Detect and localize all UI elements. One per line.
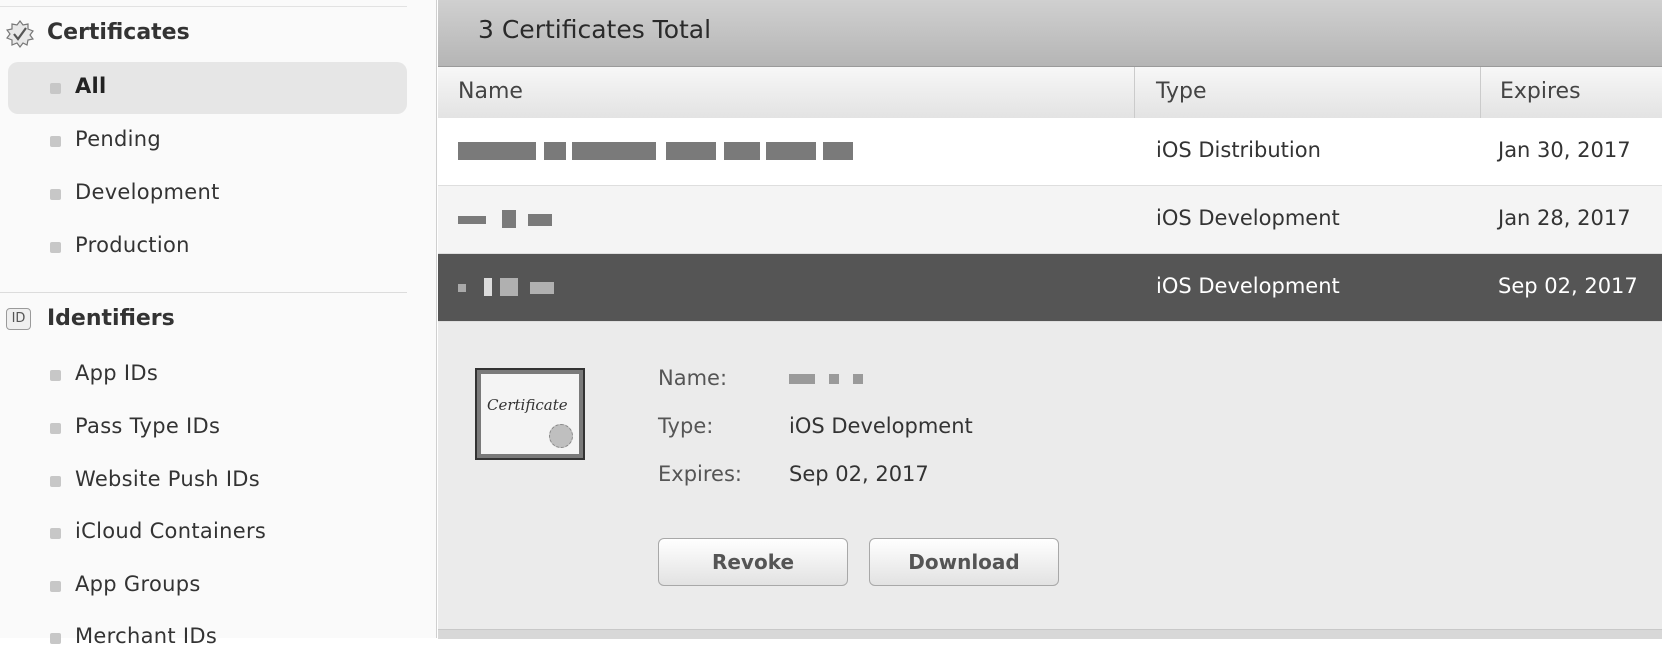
certificate-thumbnail-label: Certificate (487, 396, 568, 414)
sidebar-item-label: App Groups (75, 572, 201, 596)
bullet-icon (50, 423, 61, 434)
sidebar-item-pending[interactable]: Pending (8, 115, 407, 167)
cell-type: iOS Development (1156, 206, 1340, 230)
sidebar-item-label: All (75, 74, 107, 98)
seal-icon (549, 424, 573, 448)
column-divider (1480, 67, 1481, 119)
detail-expires-value: Sep 02, 2017 (789, 462, 929, 486)
detail-type-label: Type: (658, 414, 714, 438)
table-header: Name Type Expires (438, 67, 1662, 119)
section-title-identifiers: Identifiers (47, 306, 175, 331)
cell-expires: Sep 02, 2017 (1498, 274, 1638, 298)
certificate-thumbnail-icon: Certificate (475, 368, 585, 460)
redacted-name (458, 142, 853, 160)
sidebar-item-all[interactable]: All (8, 62, 407, 114)
bullet-icon (50, 242, 61, 253)
redacted-name (458, 278, 558, 296)
column-header-name[interactable]: Name (458, 79, 523, 104)
cell-type: iOS Distribution (1156, 138, 1321, 162)
certificate-detail-panel: Certificate Name: Type: iOS Development … (438, 322, 1662, 630)
sidebar-item-app-groups[interactable]: App Groups (8, 560, 407, 612)
sidebar-item-label: Development (75, 180, 220, 204)
sidebar-item-website-push-ids[interactable]: Website Push IDs (8, 455, 407, 507)
table-row-selected[interactable]: iOS Development Sep 02, 2017 (438, 254, 1662, 322)
bullet-icon (50, 189, 61, 200)
sidebar-top-edge (0, 0, 407, 7)
table-row[interactable]: iOS Distribution Jan 30, 2017 (438, 118, 1662, 186)
sidebar-item-label: Pass Type IDs (75, 414, 221, 438)
sidebar-item-pass-type-ids[interactable]: Pass Type IDs (8, 402, 407, 454)
sidebar-item-label: Pending (75, 127, 162, 151)
sidebar-item-production[interactable]: Production (8, 221, 407, 273)
cell-expires: Jan 28, 2017 (1498, 206, 1631, 230)
page-title: 3 Certificates Total (478, 15, 712, 44)
redacted-name (458, 210, 558, 228)
detail-expires-label: Expires: (658, 462, 742, 486)
table-row[interactable]: iOS Development Jan 28, 2017 (438, 186, 1662, 254)
id-badge-icon: ID (6, 308, 31, 330)
cell-type: iOS Development (1156, 274, 1340, 298)
sidebar-item-app-ids[interactable]: App IDs (8, 349, 407, 401)
bullet-icon (50, 581, 61, 592)
column-header-expires[interactable]: Expires (1500, 79, 1581, 104)
sidebar: Certificates All Pending Development Pro… (0, 0, 437, 648)
checkmark-seal-icon (5, 20, 35, 52)
cell-expires: Jan 30, 2017 (1498, 138, 1631, 162)
sidebar-item-label: Merchant IDs (75, 624, 218, 648)
bullet-icon (50, 136, 61, 147)
bullet-icon (50, 476, 61, 487)
sidebar-item-label: Production (75, 233, 190, 257)
sidebar-item-merchant-ids[interactable]: Merchant IDs (8, 612, 407, 664)
sidebar-item-development[interactable]: Development (8, 168, 407, 220)
sidebar-item-label: iCloud Containers (75, 519, 267, 543)
sidebar-item-icloud-containers[interactable]: iCloud Containers (8, 507, 407, 559)
sidebar-item-label: App IDs (75, 361, 159, 385)
bullet-icon (50, 83, 61, 94)
bullet-icon (50, 528, 61, 539)
column-header-type[interactable]: Type (1156, 79, 1207, 104)
detail-type-value: iOS Development (789, 414, 973, 438)
revoke-button[interactable]: Revoke (658, 538, 848, 586)
title-bar: 3 Certificates Total (438, 0, 1662, 67)
detail-name-label: Name: (658, 366, 728, 390)
sidebar-item-label: Website Push IDs (75, 467, 261, 491)
main-panel: 3 Certificates Total Name Type Expires i… (438, 0, 1662, 639)
sidebar-divider (0, 292, 407, 293)
detail-name-value-redacted (789, 374, 869, 386)
bullet-icon (50, 370, 61, 381)
download-button[interactable]: Download (869, 538, 1059, 586)
column-divider (1134, 67, 1135, 119)
section-title-certificates: Certificates (47, 20, 190, 45)
bullet-icon (50, 633, 61, 644)
